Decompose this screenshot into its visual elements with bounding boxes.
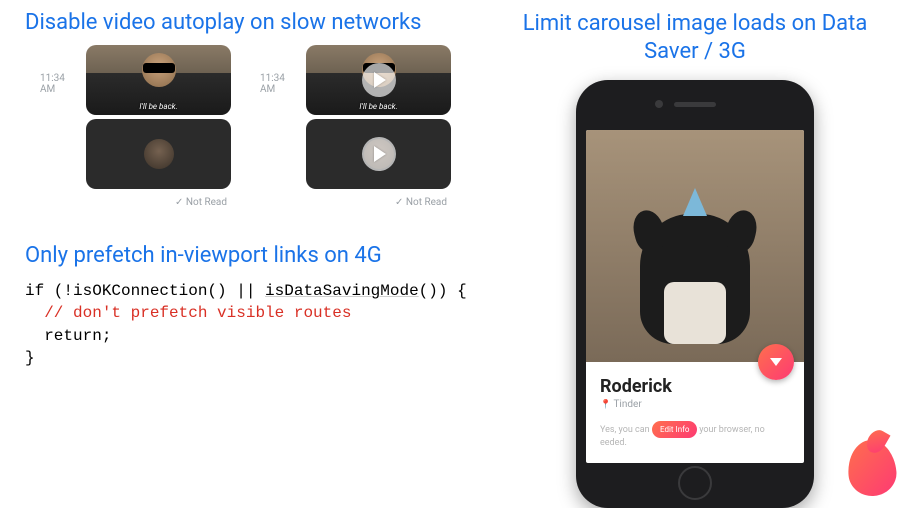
chat-example-autoplay-off: 11:34 AM I'll be back. Not Read [260, 45, 455, 208]
profile-name: Roderick [600, 376, 790, 397]
chat-frames: I'll be back. [86, 45, 235, 193]
video-caption: I'll be back. [139, 102, 177, 111]
chat-example-autoplay-on: 11:34 AM I'll be back. Not Read [40, 45, 235, 208]
read-status: Not Read [40, 197, 235, 208]
code-keyword-if: if [25, 282, 44, 300]
phone-speaker [674, 102, 716, 107]
play-icon[interactable] [362, 137, 396, 171]
tinder-logo-icon [848, 440, 896, 496]
video-frame-1: I'll be back. [86, 45, 231, 115]
read-status: Not Read [260, 197, 455, 208]
chat-timestamp: 11:34 AM [260, 73, 300, 95]
code-return: return; [25, 327, 111, 345]
play-icon[interactable] [362, 63, 396, 97]
chat-row: 11:34 AM I'll be back. [260, 45, 455, 193]
prompt-text-left: Yes, you can [600, 425, 650, 435]
left-column: Disable video autoplay on slow networks … [25, 10, 475, 370]
profile-prompt: Yes, you can Edit Info in your browser, … [600, 424, 790, 449]
chat-timestamp: 11:34 AM [40, 73, 80, 95]
dog-illustration [640, 214, 750, 344]
code-snippet: if (!isOKConnection() || isDataSavingMod… [25, 280, 475, 370]
phone-camera [655, 100, 663, 108]
edit-info-button[interactable]: Edit Info [652, 421, 697, 438]
video-frame-2-paused[interactable] [306, 119, 451, 189]
profile-card-info: Roderick Tinder Yes, you can Edit Info i… [586, 362, 804, 457]
right-column: Limit carousel image loads on Data Saver… [495, 10, 895, 508]
heading-carousel: Limit carousel image loads on Data Saver… [495, 10, 895, 65]
video-frame-1-paused[interactable]: I'll be back. [306, 45, 451, 115]
home-button-icon [678, 466, 712, 500]
profile-subtitle: Tinder [600, 399, 790, 410]
code-brace: } [25, 349, 35, 367]
heading-autoplay: Disable video autoplay on slow networks [25, 10, 475, 35]
prompt-text-tail: eeded. [600, 438, 627, 448]
code-text: ()) { [419, 282, 467, 300]
code-fn-underlined: isDataSavingMode [265, 282, 419, 300]
code-comment: // don't prefetch visible routes [25, 304, 351, 322]
chat-frames: I'll be back. [306, 45, 455, 193]
video-caption: I'll be back. [359, 102, 397, 111]
phone-screen: Roderick Tinder Yes, you can Edit Info i… [586, 130, 804, 463]
chat-row: 11:34 AM I'll be back. [40, 45, 235, 193]
code-text: (!isOKConnection() || [44, 282, 265, 300]
party-hat-icon [683, 188, 707, 216]
heading-prefetch: Only prefetch in-viewport links on 4G [25, 243, 475, 268]
sunglasses-illustration [143, 63, 175, 73]
prompt-text-right: in your browser, no [690, 425, 765, 435]
face-illustration [144, 139, 174, 169]
phone-mockup: Roderick Tinder Yes, you can Edit Info i… [576, 80, 814, 508]
profile-photo-carousel[interactable] [586, 130, 804, 362]
video-frame-2 [86, 119, 231, 189]
chat-examples-row: 11:34 AM I'll be back. Not Read 11:34 AM [40, 45, 475, 208]
